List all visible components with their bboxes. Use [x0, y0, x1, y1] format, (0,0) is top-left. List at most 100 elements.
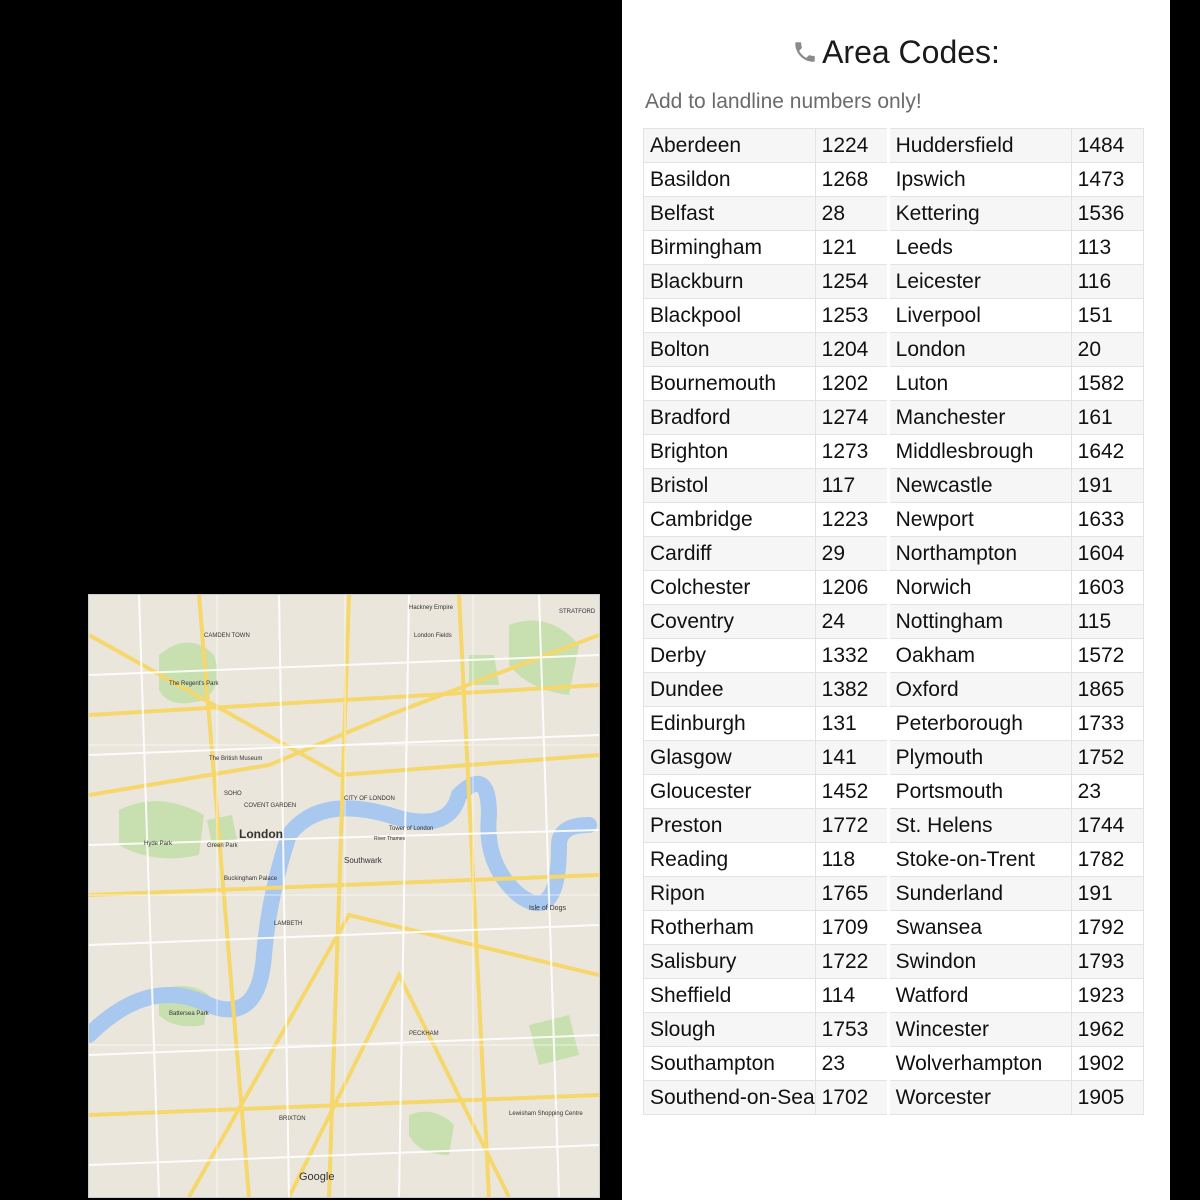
phone-icon	[795, 42, 815, 62]
city-cell: Portsmouth	[886, 774, 1072, 809]
city-cell: Blackburn	[643, 264, 816, 299]
table-row: Colchester 1206 Norwich 1603	[643, 570, 1144, 605]
table-row: Cardiff 29 Northampton 1604	[643, 536, 1144, 571]
city-cell: Peterborough	[886, 706, 1072, 741]
code-cell: 191	[1070, 876, 1144, 911]
area-codes-body: Aberdeen 1224 Huddersfield 1484 Basildon 1268…	[643, 128, 1144, 1115]
code-cell: 117	[814, 468, 889, 503]
table-row: Southend-on-Sea 1702 Worcester 1905	[643, 1080, 1144, 1115]
city-cell: Sheffield	[643, 978, 816, 1013]
code-cell: 28	[814, 196, 889, 231]
table-row: Cambridge 1223 Newport 1633	[643, 502, 1144, 537]
city-cell: Preston	[643, 808, 816, 843]
table-row: Gloucester 1452 Portsmouth 23	[643, 774, 1144, 809]
south-park	[409, 1111, 454, 1155]
code-cell: 1792	[1070, 910, 1144, 945]
hyde-park	[119, 801, 204, 859]
table-row: Bolton 1204 London 20	[643, 332, 1144, 367]
city-cell: Basildon	[643, 162, 816, 197]
city-cell: Northampton	[886, 536, 1072, 571]
label-isle-of-dogs: Isle of Dogs	[529, 905, 566, 912]
label-hyde-park: Hyde Park	[144, 841, 173, 847]
label-british-museum: The British Museum	[209, 756, 262, 762]
city-cell: Ripon	[643, 876, 816, 911]
table-row: Blackburn 1254 Leicester 116	[643, 264, 1144, 299]
city-cell: Bristol	[643, 468, 816, 503]
label-city-of-london: CITY OF LONDON	[344, 796, 395, 802]
city-cell: St. Helens	[886, 808, 1072, 843]
code-cell: 1452	[814, 774, 889, 809]
subtitle: Add to landline numbers only!	[645, 90, 922, 113]
code-cell: 1782	[1070, 842, 1144, 877]
code-cell: 1206	[814, 570, 889, 605]
label-hackney: Hackney Empire	[409, 605, 454, 611]
code-cell: 1642	[1070, 434, 1144, 469]
table-row: Bradford 1274 Manchester 161	[643, 400, 1144, 435]
code-cell: 20	[1070, 332, 1144, 367]
code-cell: 1572	[1070, 638, 1144, 673]
label-green-park: Green Park	[207, 843, 239, 849]
label-covent-garden: COVENT GARDEN	[244, 803, 296, 809]
label-peckham: PECKHAM	[409, 1031, 439, 1037]
code-cell: 1582	[1070, 366, 1144, 401]
table-row: Basildon 1268 Ipswich 1473	[643, 162, 1144, 197]
code-cell: 1204	[814, 332, 889, 367]
london-map[interactable]: London Southwark CITY OF LONDON Hyde Par…	[88, 594, 600, 1198]
code-cell: 1224	[814, 128, 889, 163]
code-cell: 1254	[814, 264, 889, 299]
table-row: Aberdeen 1224 Huddersfield 1484	[643, 128, 1144, 163]
code-cell: 29	[814, 536, 889, 571]
code-cell: 1603	[1070, 570, 1144, 605]
code-cell: 1744	[1070, 808, 1144, 843]
table-row: Blackpool 1253 Liverpool 151	[643, 298, 1144, 333]
code-cell: 1268	[814, 162, 889, 197]
table-row: Birmingham 121 Leeds 113	[643, 230, 1144, 265]
label-brixton: BRIXTON	[279, 1116, 306, 1122]
table-row: Glasgow 141 Plymouth 1752	[643, 740, 1144, 775]
code-cell: 115	[1070, 604, 1144, 639]
google-logo: Google	[299, 1171, 334, 1183]
code-cell: 1709	[814, 910, 889, 945]
code-cell: 1202	[814, 366, 889, 401]
city-cell: Swansea	[886, 910, 1072, 945]
code-cell: 1536	[1070, 196, 1144, 231]
code-cell: 113	[1070, 230, 1144, 265]
label-soho: SOHO	[224, 791, 242, 797]
code-cell: 114	[814, 978, 889, 1013]
code-cell: 1332	[814, 638, 889, 673]
code-cell: 1473	[1070, 162, 1144, 197]
table-row: Dundee 1382 Oxford 1865	[643, 672, 1144, 707]
city-cell: Worcester	[886, 1080, 1072, 1115]
code-cell: 1905	[1070, 1080, 1144, 1115]
city-cell: Gloucester	[643, 774, 816, 809]
code-cell: 151	[1070, 298, 1144, 333]
city-cell: Blackpool	[643, 298, 816, 333]
city-cell: Oxford	[886, 672, 1072, 707]
city-cell: Bradford	[643, 400, 816, 435]
city-cell: Manchester	[886, 400, 1072, 435]
code-cell: 191	[1070, 468, 1144, 503]
city-cell: Oakham	[886, 638, 1072, 673]
label-stratford: STRATFORD	[559, 609, 596, 615]
city-cell: Nottingham	[886, 604, 1072, 639]
code-cell: 1923	[1070, 978, 1144, 1013]
label-river-thames: River Thames	[374, 836, 406, 842]
city-cell: Cardiff	[643, 536, 816, 571]
code-cell: 118	[814, 842, 889, 877]
city-cell: Reading	[643, 842, 816, 877]
code-cell: 161	[1070, 400, 1144, 435]
map-canvas[interactable]: London Southwark CITY OF LONDON Hyde Par…	[89, 595, 599, 1197]
code-cell: 1274	[814, 400, 889, 435]
city-cell: Coventry	[643, 604, 816, 639]
city-cell: Dundee	[643, 672, 816, 707]
code-cell: 1633	[1070, 502, 1144, 537]
city-cell: Leeds	[886, 230, 1072, 265]
city-cell: Plymouth	[886, 740, 1072, 775]
code-cell: 116	[1070, 264, 1144, 299]
label-london-fields: London Fields	[414, 633, 452, 639]
code-cell: 1253	[814, 298, 889, 333]
code-cell: 24	[814, 604, 889, 639]
city-cell: Belfast	[643, 196, 816, 231]
table-row: Bristol 117 Newcastle 191	[643, 468, 1144, 503]
page-title: Area Codes:	[622, 34, 1170, 71]
